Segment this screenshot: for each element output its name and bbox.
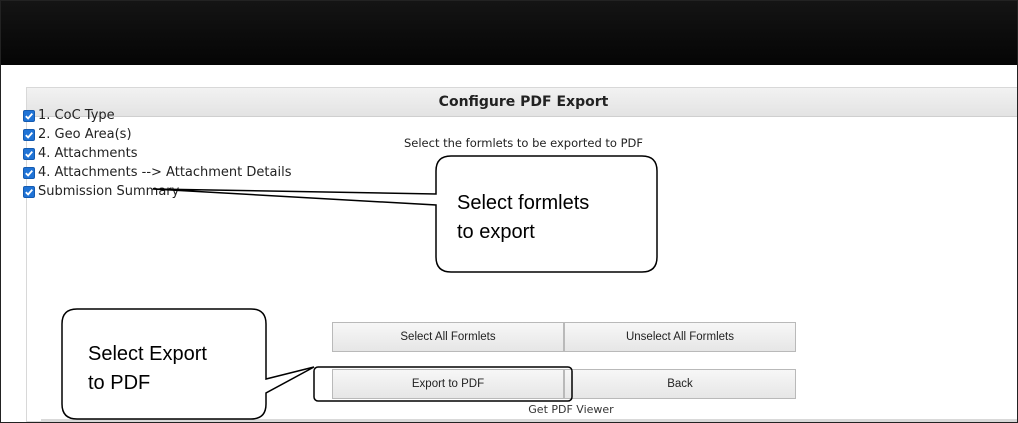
screenshot-frame: Configure PDF Export Select the formlets…	[0, 0, 1018, 423]
callout-select-export-text: Select Export to PDF	[88, 340, 207, 398]
callout-line: to export	[457, 221, 535, 243]
callout-select-formlets-text: Select formlets to export	[457, 189, 589, 247]
callout-line: Select formlets	[457, 192, 590, 214]
callout-line: Select Export	[88, 343, 207, 365]
callout-line: to PDF	[88, 372, 151, 394]
export-highlight-box	[313, 366, 573, 402]
